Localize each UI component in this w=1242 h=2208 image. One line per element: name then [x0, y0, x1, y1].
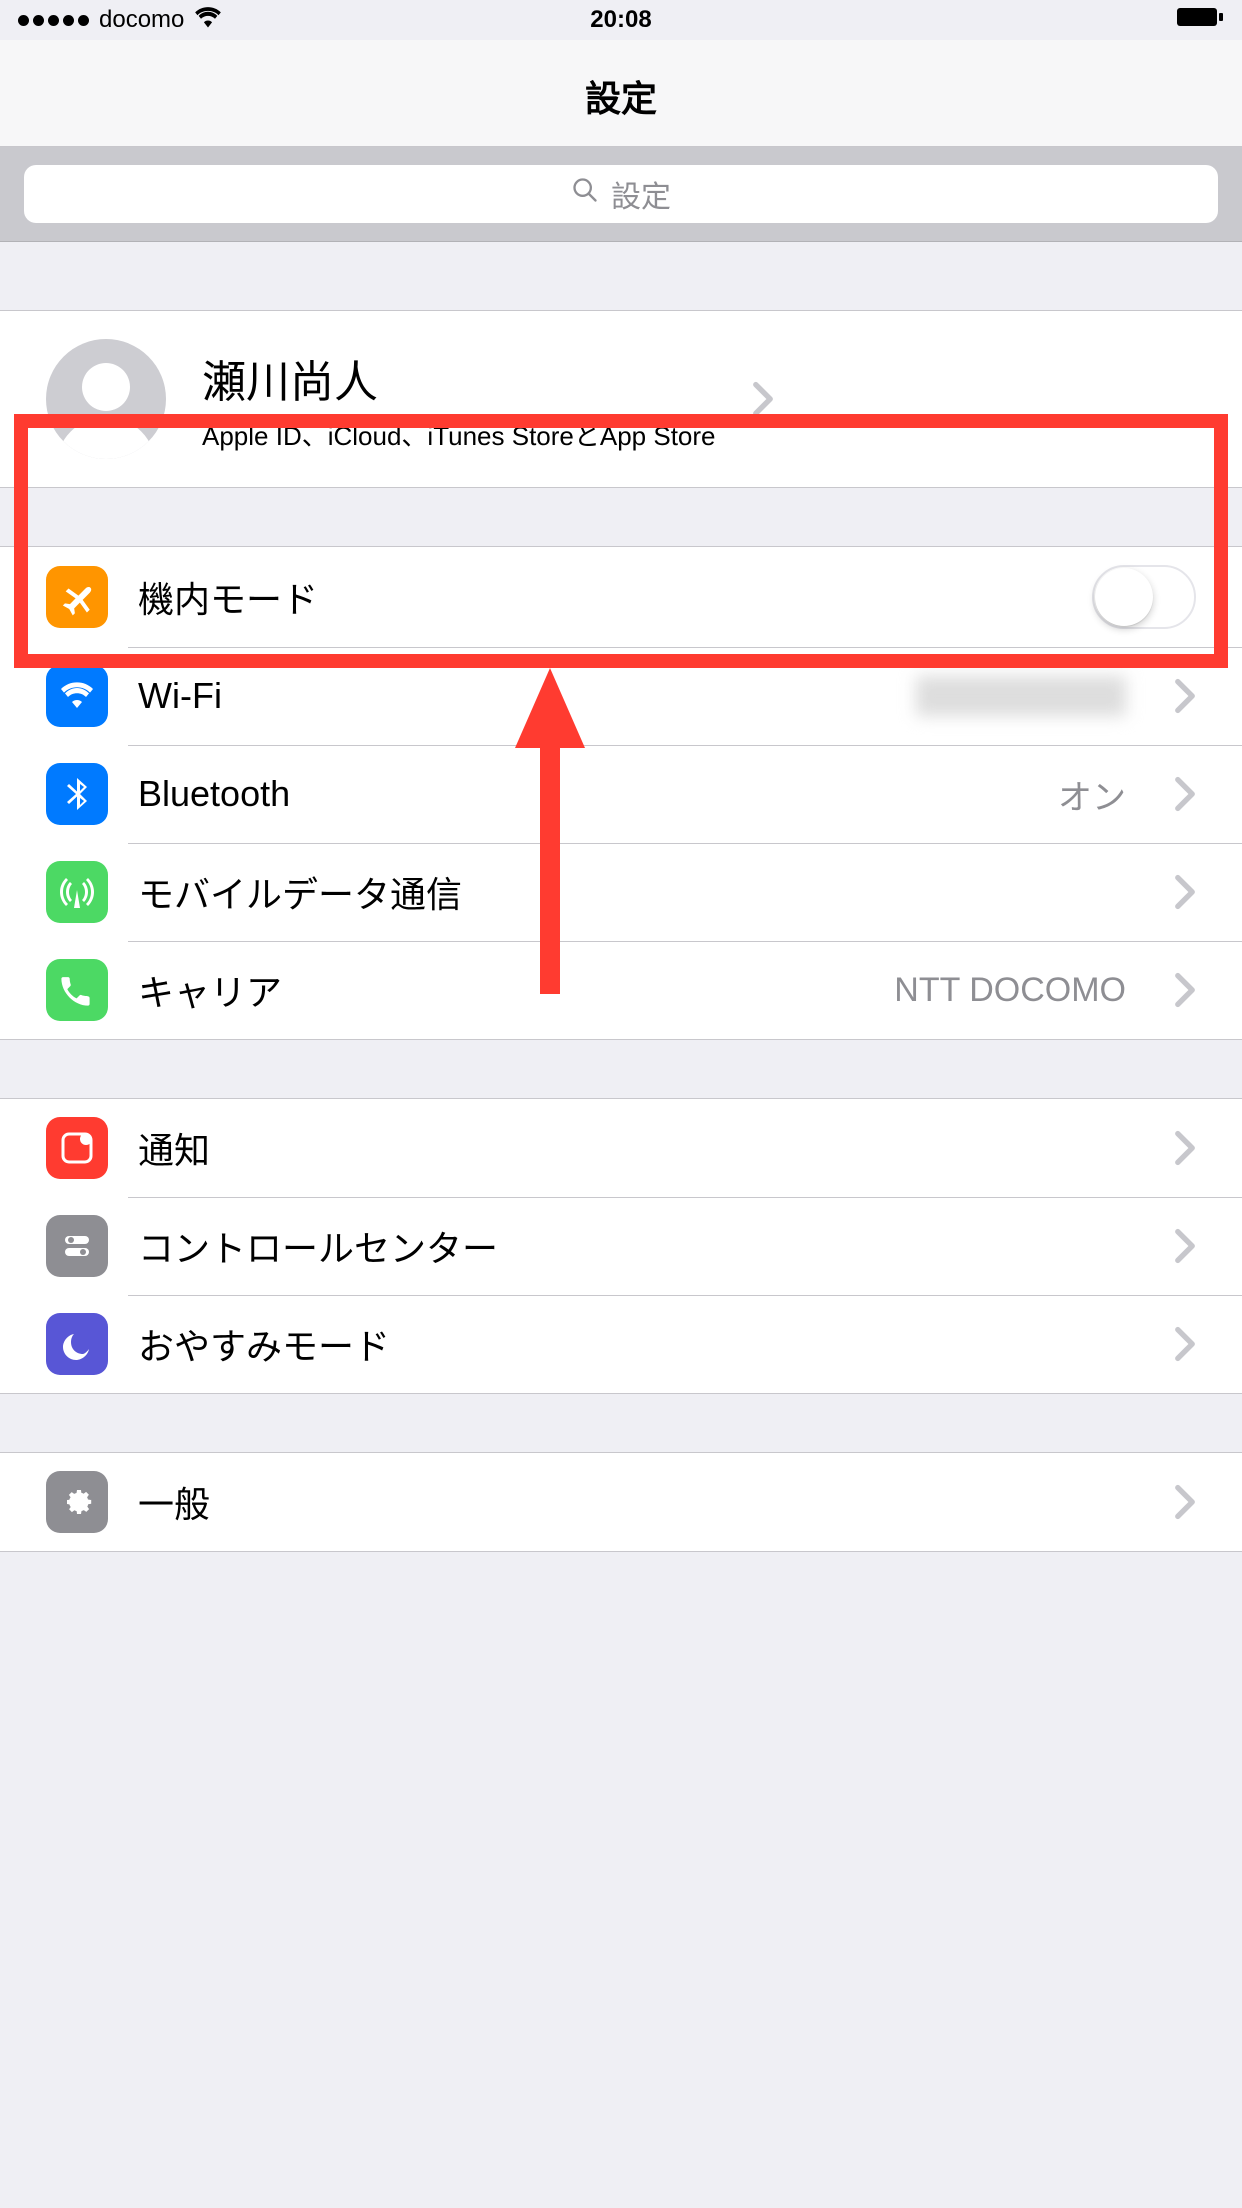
wifi-icon: [46, 665, 108, 727]
chevron-right-icon: [1174, 1484, 1196, 1520]
control-center-row[interactable]: コントロールセンター: [0, 1197, 1242, 1295]
airplane-mode-row[interactable]: 機内モード: [0, 547, 1242, 647]
dnd-label: おやすみモード: [138, 1318, 1144, 1370]
carrier-label: キャリア: [138, 964, 864, 1016]
battery-icon: [1176, 5, 1224, 36]
general-group: 一般: [0, 1452, 1242, 1552]
moon-icon: [46, 1313, 108, 1375]
wifi-status-icon: [194, 6, 222, 35]
wifi-row[interactable]: Wi-Fi: [0, 647, 1242, 745]
search-icon: [571, 176, 599, 212]
bluetooth-value: オン: [1058, 770, 1126, 819]
notifications-row[interactable]: 通知: [0, 1099, 1242, 1197]
status-bar: docomo 20:08: [0, 0, 1242, 40]
apple-id-row[interactable]: 瀬川尚人 Apple ID、iCloud、iTunes StoreとApp St…: [0, 311, 1242, 487]
bluetooth-label: Bluetooth: [138, 773, 1028, 815]
account-group: 瀬川尚人 Apple ID、iCloud、iTunes StoreとApp St…: [0, 310, 1242, 488]
spacer: [0, 242, 1242, 310]
account-text: 瀬川尚人 Apple ID、iCloud、iTunes StoreとApp St…: [202, 346, 716, 453]
control-center-label: コントロールセンター: [138, 1220, 1144, 1272]
chevron-right-icon: [752, 381, 774, 417]
airplane-icon: [46, 566, 108, 628]
wifi-value: [916, 676, 1126, 716]
account-subtitle: Apple ID、iCloud、iTunes StoreとApp Store: [202, 416, 716, 453]
page-title: 設定: [0, 40, 1242, 147]
dnd-row[interactable]: おやすみモード: [0, 1295, 1242, 1393]
airplane-toggle[interactable]: [1092, 565, 1196, 629]
signal-strength-icon: [18, 15, 89, 26]
search-input[interactable]: 設定: [24, 165, 1218, 223]
carrier-row[interactable]: キャリア NTT DOCOMO: [0, 941, 1242, 1039]
search-placeholder: 設定: [611, 172, 671, 216]
spacer: [0, 1394, 1242, 1452]
chevron-right-icon: [1174, 776, 1196, 812]
wifi-label: Wi-Fi: [138, 675, 886, 717]
connectivity-group: 機内モード Wi-Fi Bluetooth オン モバイルデータ通信: [0, 546, 1242, 1040]
account-name: 瀬川尚人: [202, 346, 716, 410]
gear-icon: [46, 1471, 108, 1533]
chevron-right-icon: [1174, 1228, 1196, 1264]
avatar-icon: [46, 339, 166, 459]
spacer: [0, 488, 1242, 546]
carrier-value: NTT DOCOMO: [894, 971, 1126, 1010]
control-center-icon: [46, 1215, 108, 1277]
status-right: [1176, 5, 1224, 36]
cellular-label: モバイルデータ通信: [138, 866, 1144, 918]
status-left: docomo: [18, 6, 222, 35]
system-group: 通知 コントロールセンター おやすみモード: [0, 1098, 1242, 1394]
general-row[interactable]: 一般: [0, 1453, 1242, 1551]
general-label: 一般: [138, 1476, 1144, 1528]
cellular-row[interactable]: モバイルデータ通信: [0, 843, 1242, 941]
search-container: 設定: [0, 147, 1242, 242]
notifications-icon: [46, 1117, 108, 1179]
notifications-label: 通知: [138, 1122, 1144, 1174]
spacer: [0, 1040, 1242, 1098]
bluetooth-icon: [46, 763, 108, 825]
carrier-label: docomo: [99, 6, 184, 34]
clock: 20:08: [590, 6, 651, 34]
chevron-right-icon: [1174, 1130, 1196, 1166]
cellular-icon: [46, 861, 108, 923]
chevron-right-icon: [1174, 678, 1196, 714]
airplane-label: 機内モード: [138, 571, 1062, 623]
chevron-right-icon: [1174, 874, 1196, 910]
phone-icon: [46, 959, 108, 1021]
chevron-right-icon: [1174, 972, 1196, 1008]
bluetooth-row[interactable]: Bluetooth オン: [0, 745, 1242, 843]
chevron-right-icon: [1174, 1326, 1196, 1362]
